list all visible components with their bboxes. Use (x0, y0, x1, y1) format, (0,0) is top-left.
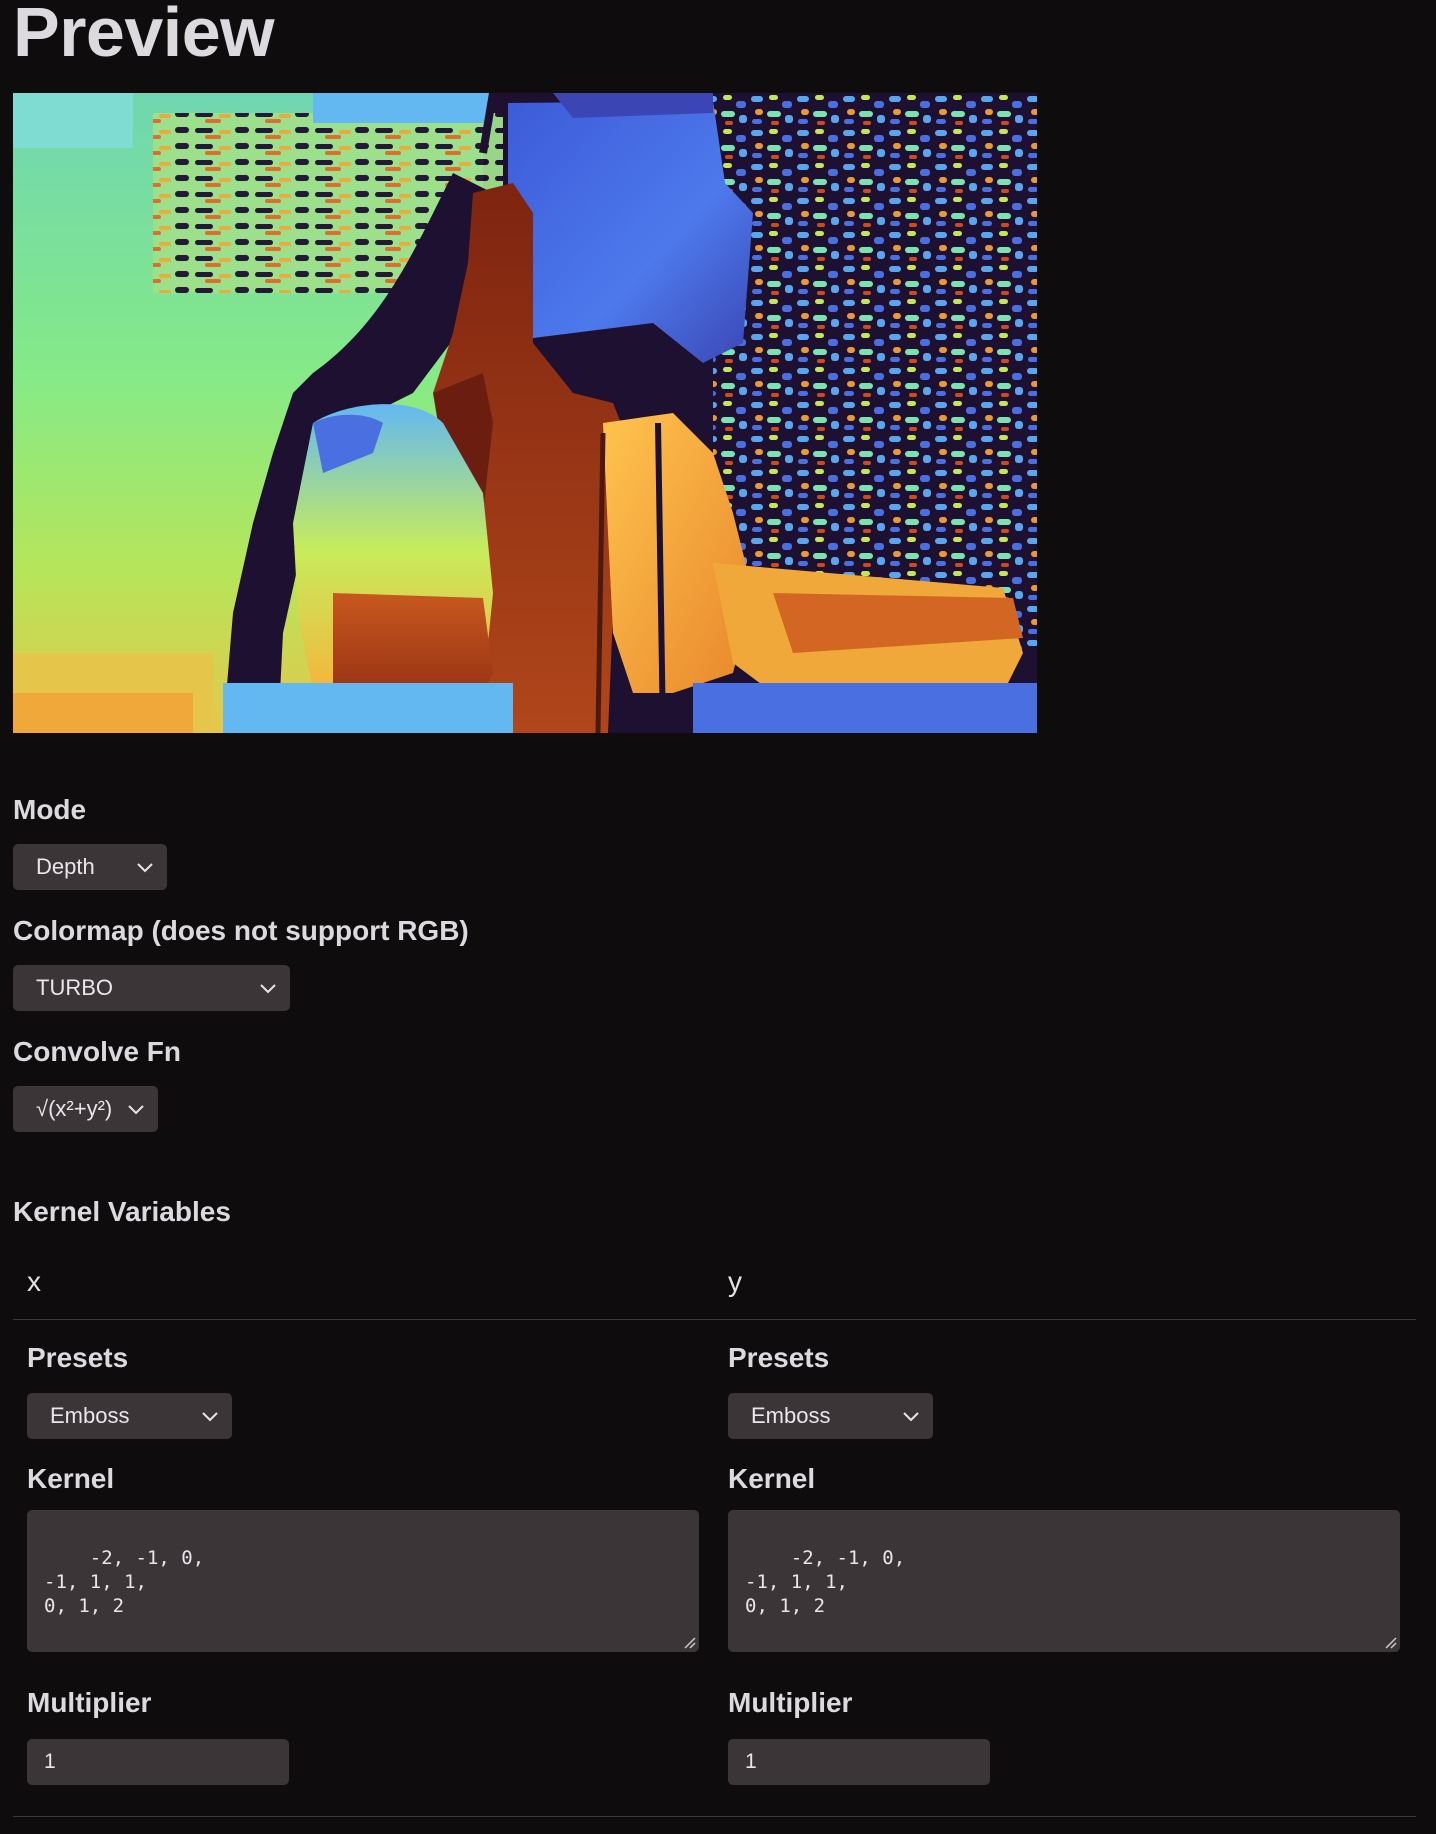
y-presets-label: Presets (728, 1342, 830, 1373)
y-presets-select[interactable]: Emboss (728, 1393, 933, 1439)
x-presets-label: Presets (27, 1342, 129, 1373)
depth-preview-image (13, 93, 1037, 733)
tab-y[interactable]: y (728, 1265, 742, 1299)
chevron-down-icon (903, 1412, 919, 1422)
x-presets-value: Emboss (50, 1403, 130, 1428)
x-presets-select[interactable]: Emboss (27, 1393, 232, 1439)
y-multiplier-label: Multiplier (728, 1687, 853, 1718)
x-kernel-value: -2, -1, 0, -1, 1, 1, 0, 1, 2 (44, 1547, 205, 1617)
y-kernel-label: Kernel (728, 1463, 816, 1494)
mode-select[interactable]: Depth (13, 844, 167, 890)
y-kernel-textarea[interactable]: -2, -1, 0, -1, 1, 1, 0, 1, 2 (728, 1510, 1400, 1652)
tab-x[interactable]: x (27, 1265, 41, 1299)
colormap-label: Colormap (does not support RGB) (13, 915, 469, 946)
resize-grip-icon[interactable] (682, 1635, 696, 1649)
turbo-depth-render (13, 93, 1037, 733)
page: Preview Mode Depth Colormap (does not su… (0, 0, 1436, 1834)
chevron-down-icon (128, 1105, 144, 1115)
convolve-fn-label: Convolve Fn (13, 1036, 182, 1067)
page-title: Preview (13, 0, 275, 71)
bottom-divider (13, 1816, 1416, 1817)
x-kernel-textarea[interactable]: -2, -1, 0, -1, 1, 1, 0, 1, 2 (27, 1510, 699, 1652)
mode-select-value: Depth (36, 854, 95, 879)
y-multiplier-input[interactable]: 1 (728, 1739, 990, 1785)
x-kernel-label: Kernel (27, 1463, 115, 1494)
colormap-select[interactable]: TURBO (13, 965, 290, 1011)
resize-grip-icon[interactable] (1383, 1635, 1397, 1649)
convolve-fn-select-value: √(x²+y²) (36, 1096, 113, 1121)
convolve-fn-select[interactable]: √(x²+y²) (13, 1086, 158, 1132)
chevron-down-icon (202, 1412, 218, 1422)
chevron-down-icon (137, 863, 153, 873)
mode-label: Mode (13, 794, 87, 825)
colormap-select-value: TURBO (36, 975, 113, 1000)
kernel-variables-heading: Kernel Variables (13, 1196, 231, 1227)
y-kernel-value: -2, -1, 0, -1, 1, 1, 0, 1, 2 (745, 1547, 906, 1617)
x-multiplier-label: Multiplier (27, 1687, 152, 1718)
x-multiplier-input[interactable]: 1 (27, 1739, 289, 1785)
chevron-down-icon (260, 984, 276, 994)
divider (13, 1319, 1416, 1320)
y-presets-value: Emboss (751, 1403, 831, 1428)
